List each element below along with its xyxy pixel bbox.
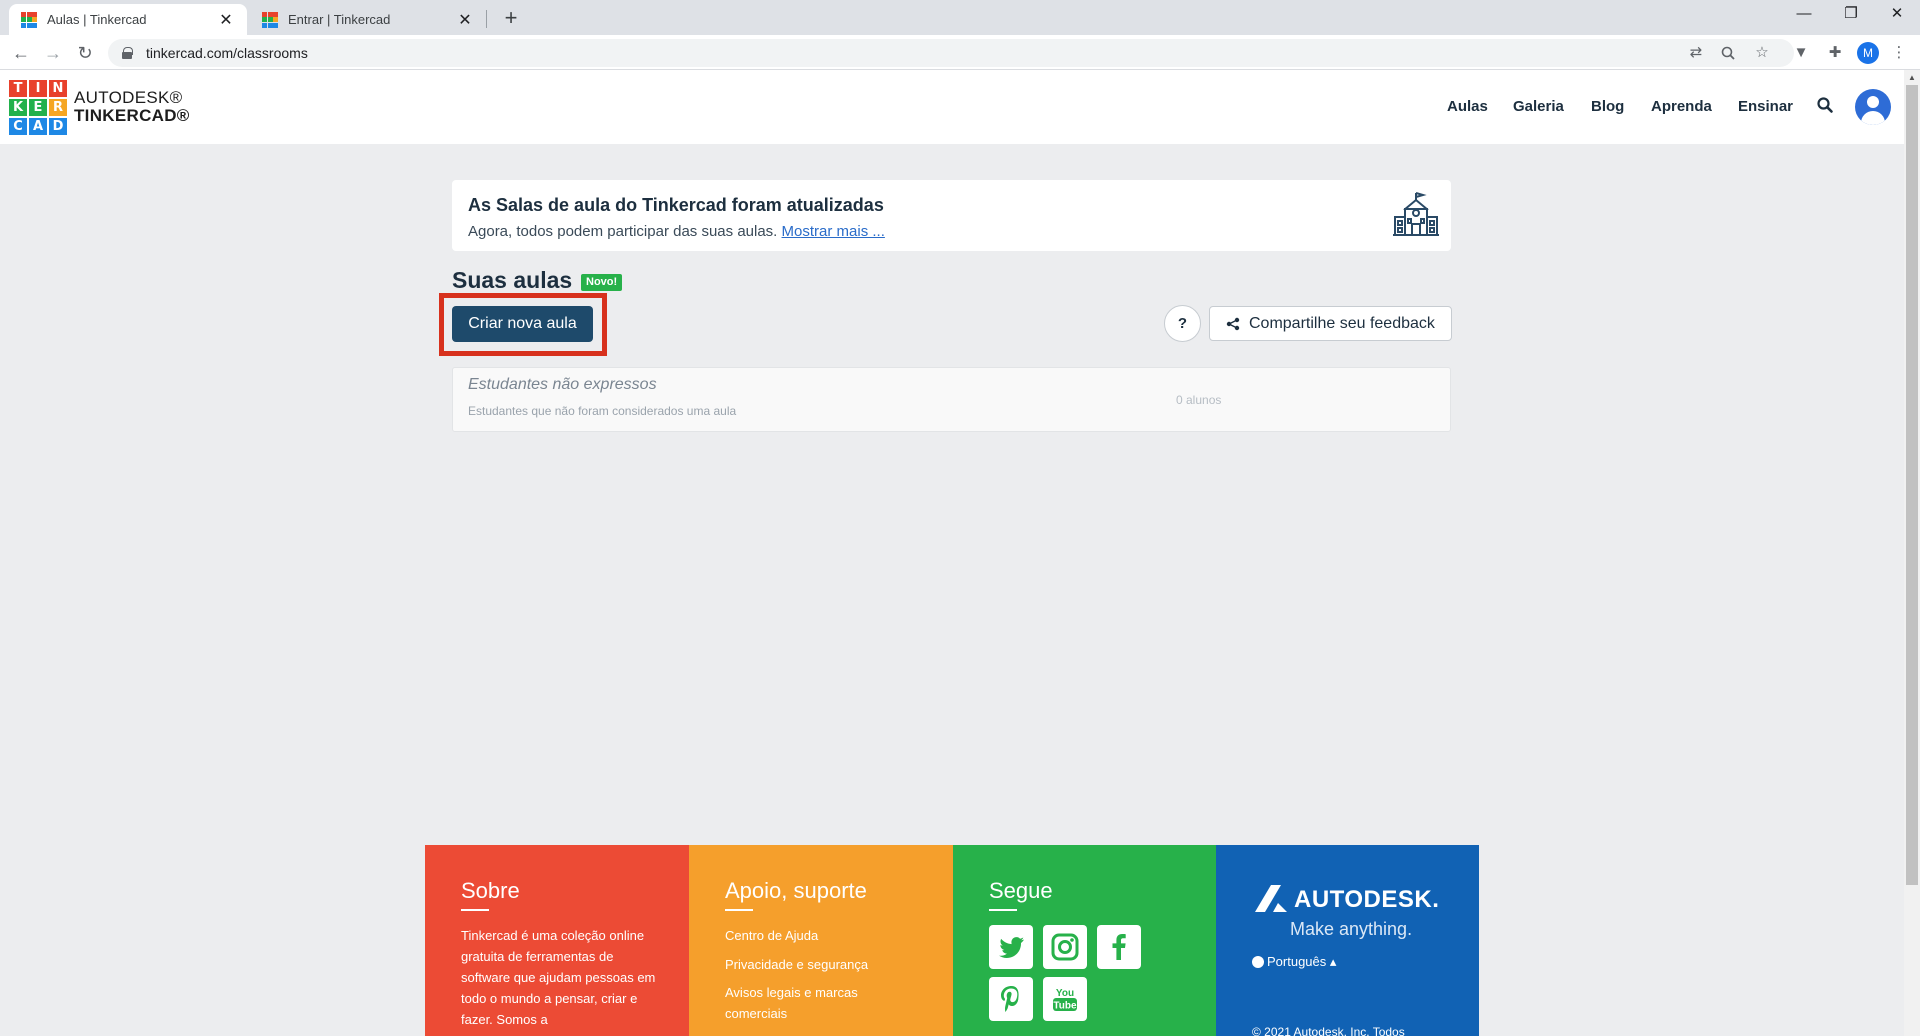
- logo-letter: T: [9, 80, 27, 97]
- classes-title: Suas aulas: [452, 267, 573, 293]
- nav-ensinar[interactable]: Ensinar: [1738, 98, 1793, 115]
- close-window-button[interactable]: ✕: [1874, 0, 1920, 30]
- tab-close-icon[interactable]: ✕: [456, 10, 474, 30]
- help-button[interactable]: ?: [1164, 305, 1201, 342]
- language-selector[interactable]: Português ▴: [1252, 954, 1336, 970]
- footer-autodesk: AUTODESK. Make anything. Português ▴ © 2…: [1216, 845, 1479, 1036]
- footer-link-legal[interactable]: Avisos legais e marcas comerciais: [725, 982, 915, 1024]
- footer-support: Apoio, suporte Centro de Ajuda Privacida…: [689, 845, 953, 1036]
- youtube-icon[interactable]: You Tube: [1043, 977, 1087, 1021]
- unassigned-subtitle: Estudantes que não foram considerados um…: [468, 404, 737, 418]
- logo-letter: D: [49, 118, 67, 135]
- nav-aprenda[interactable]: Aprenda: [1651, 98, 1712, 115]
- logo-letter: I: [29, 80, 47, 97]
- avatar-head: [1867, 96, 1879, 108]
- avatar-body: [1861, 111, 1885, 125]
- logo-letter: E: [29, 99, 47, 116]
- student-count: 0 alunos: [1176, 393, 1222, 407]
- browser-toolbar: ← → ↻ tinkercad.com/classrooms ⇄ ☆ ▼ ✚ ⋮: [0, 35, 1920, 70]
- browser-tab-strip: Aulas | Tinkercad ✕ Entrar | Tinkercad ✕…: [0, 0, 1920, 35]
- tab-close-icon[interactable]: ✕: [217, 10, 235, 30]
- tab-entrar[interactable]: Entrar | Tinkercad ✕: [250, 4, 486, 35]
- footer-support-title: Apoio, suporte: [725, 878, 867, 903]
- footer-link-help-center[interactable]: Centro de Ajuda: [725, 925, 915, 946]
- footer-about-text: Tinkercad é uma coleção online gratuita …: [461, 928, 656, 1027]
- autodesk-logo-icon[interactable]: [1254, 884, 1288, 913]
- extension-filter-icon[interactable]: ▼: [1788, 39, 1814, 67]
- tab-divider: [486, 10, 487, 28]
- pinterest-icon[interactable]: [989, 977, 1033, 1021]
- svg-text:Tube: Tube: [1053, 1001, 1077, 1012]
- forward-icon[interactable]: →: [39, 39, 67, 67]
- new-badge: Novo!: [581, 274, 623, 291]
- footer-follow-title: Segue: [989, 878, 1053, 903]
- footer-title-underline: [989, 909, 1017, 911]
- reload-icon[interactable]: ↻: [71, 39, 99, 67]
- logo-letter: R: [49, 99, 67, 116]
- autodesk-tagline: Make anything.: [1290, 919, 1413, 939]
- instagram-icon[interactable]: [1043, 925, 1087, 969]
- tinkercad-logo[interactable]: T I N K E R C A D: [9, 80, 67, 135]
- twitter-icon[interactable]: [989, 925, 1033, 969]
- logo-letter: K: [9, 99, 27, 116]
- create-class-button[interactable]: Criar nova aula: [452, 306, 593, 342]
- restore-button[interactable]: ❐: [1828, 0, 1874, 30]
- new-tab-button[interactable]: +: [497, 4, 525, 32]
- copyright-text: © 2021 Autodesk, Inc. Todos: [1252, 1025, 1405, 1036]
- language-label: Português ▴: [1267, 954, 1337, 969]
- share-icon: [1226, 317, 1240, 330]
- tinkercad-favicon: [21, 11, 37, 28]
- brand-line-autodesk: AUTODESK®: [74, 88, 183, 107]
- footer-about-title: Sobre: [461, 878, 520, 903]
- zoom-icon[interactable]: [1715, 39, 1741, 67]
- footer-follow: Segue You Tube: [953, 845, 1216, 1036]
- update-banner: As Salas de aula do Tinkercad foram atua…: [452, 180, 1451, 251]
- back-icon[interactable]: ←: [7, 39, 35, 67]
- feedback-button[interactable]: Compartilhe seu feedback: [1209, 306, 1452, 341]
- show-more-link[interactable]: Mostrar mais ...: [782, 223, 885, 240]
- footer-about: Sobre Tinkercad é uma coleção online gra…: [425, 845, 689, 1036]
- unassigned-students-card[interactable]: Estudantes não expressos Estudantes que …: [452, 367, 1451, 432]
- logo-letter: N: [49, 80, 67, 97]
- brand-line-tinkercad: TINKERCAD®: [74, 106, 190, 125]
- autodesk-wordmark: AUTODESK.: [1294, 886, 1440, 913]
- search-icon[interactable]: [1816, 96, 1834, 114]
- footer-title-underline: [461, 909, 489, 911]
- url-text: tinkercad.com/classrooms: [146, 45, 308, 61]
- extensions-puzzle-icon[interactable]: ✚: [1822, 39, 1848, 67]
- tab-title: Entrar | Tinkercad: [288, 12, 391, 27]
- nav-aulas[interactable]: Aulas: [1447, 98, 1488, 115]
- banner-subtitle-text: Agora, todos podem participar das suas a…: [468, 223, 778, 240]
- tab-aulas[interactable]: Aulas | Tinkercad ✕: [9, 4, 247, 35]
- scrollbar-thumb[interactable]: [1906, 85, 1918, 885]
- feedback-button-label: Compartilhe seu feedback: [1249, 314, 1435, 332]
- footer-title-underline: [725, 909, 753, 911]
- scroll-up-arrow-icon[interactable]: ▲: [1904, 70, 1920, 85]
- unassigned-title: Estudantes não expressos: [468, 376, 657, 393]
- user-avatar[interactable]: [1855, 89, 1891, 125]
- nav-blog[interactable]: Blog: [1591, 98, 1624, 115]
- school-building-icon: [1393, 192, 1439, 236]
- browser-profile-avatar[interactable]: M: [1857, 42, 1879, 64]
- brand-wordmark[interactable]: AUTODESK® TINKERCAD®: [74, 89, 190, 125]
- footer-link-privacy[interactable]: Privacidade e segurança: [725, 954, 915, 975]
- translate-icon[interactable]: ⇄: [1683, 39, 1709, 67]
- globe-icon: [1252, 956, 1264, 968]
- nav-galeria[interactable]: Galeria: [1513, 98, 1564, 115]
- minimize-button[interactable]: —: [1781, 0, 1827, 30]
- facebook-icon[interactable]: [1097, 925, 1141, 969]
- browser-menu-icon[interactable]: ⋮: [1886, 39, 1912, 67]
- logo-letter: C: [9, 118, 27, 135]
- banner-subtitle: Agora, todos podem participar das suas a…: [468, 223, 885, 240]
- logo-letter: A: [29, 118, 47, 135]
- tab-title: Aulas | Tinkercad: [47, 12, 147, 27]
- bookmark-star-icon[interactable]: ☆: [1749, 39, 1775, 67]
- address-bar[interactable]: tinkercad.com/classrooms: [108, 39, 1794, 67]
- tinkercad-favicon: [262, 11, 278, 28]
- svg-text:You: You: [1056, 988, 1074, 999]
- banner-title: As Salas de aula do Tinkercad foram atua…: [468, 195, 884, 215]
- lock-icon: [122, 47, 133, 59]
